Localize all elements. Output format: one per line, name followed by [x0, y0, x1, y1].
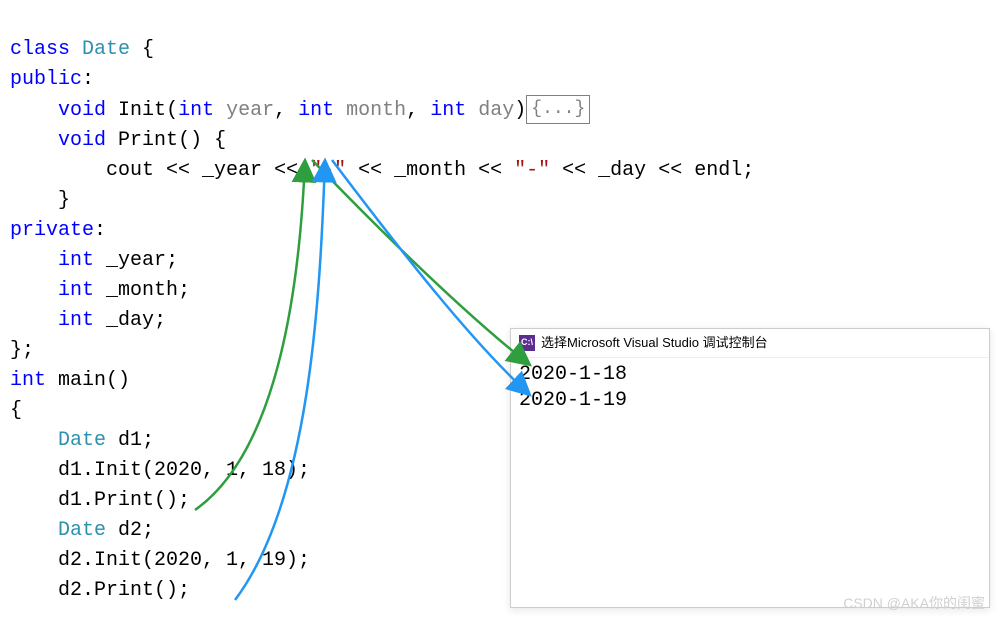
watermark: CSDN @AKA你的闺蜜 — [843, 593, 985, 614]
console-title: 选择Microsoft Visual Studio 调试控制台 — [541, 333, 768, 353]
string-dash: "-" — [514, 159, 550, 182]
keyword-int: int — [178, 99, 214, 122]
var-d2: d2 — [118, 519, 142, 542]
param-month: month — [346, 99, 406, 122]
keyword-public: public — [10, 68, 82, 91]
colon: : — [82, 68, 94, 91]
param-year: year — [226, 99, 274, 122]
var-month: _month — [394, 159, 466, 182]
console-output: 2020-1-18 2020-1-19 — [511, 358, 989, 418]
keyword-int: int — [58, 279, 94, 302]
d1-init-call: d1.Init(2020, 1, 18); — [58, 459, 310, 482]
var-year: _year — [202, 159, 262, 182]
member-month: _month — [106, 279, 178, 302]
keyword-int: int — [58, 309, 94, 332]
keyword-int: int — [430, 99, 466, 122]
var-d1: d1 — [118, 429, 142, 452]
brace: { — [130, 38, 154, 61]
keyword-void: void — [58, 129, 106, 152]
keyword-void: void — [58, 99, 106, 122]
d1-print-call: d1.Print(); — [58, 489, 190, 512]
type-date: Date — [58, 519, 106, 542]
fn-init: Init — [118, 99, 166, 122]
console-window[interactable]: C:\ 选择Microsoft Visual Studio 调试控制台 2020… — [510, 328, 990, 608]
console-icon: C:\ — [519, 335, 535, 351]
keyword-private: private — [10, 219, 94, 242]
console-titlebar[interactable]: C:\ 选择Microsoft Visual Studio 调试控制台 — [511, 329, 989, 358]
type-date: Date — [82, 38, 130, 61]
endl: endl — [694, 159, 742, 182]
brace-close: } — [58, 189, 70, 212]
type-date: Date — [58, 429, 106, 452]
var-day: _day — [598, 159, 646, 182]
d2-print-call: d2.Print(); — [58, 579, 190, 602]
d2-init-call: d2.Init(2020, 1, 19); — [58, 549, 310, 572]
cout: cout — [106, 159, 154, 182]
output-line-1: 2020-1-18 — [519, 362, 981, 388]
class-end: }; — [10, 339, 34, 362]
string-dash: "-" — [310, 159, 346, 182]
fn-print: Print — [118, 129, 178, 152]
keyword-int: int — [10, 369, 46, 392]
fn-main: main — [58, 369, 106, 392]
keyword-class: class — [10, 38, 70, 61]
param-day: day — [478, 99, 514, 122]
member-year: _year — [106, 249, 166, 272]
fold-icon[interactable]: {...} — [526, 95, 590, 124]
member-day: _day — [106, 309, 154, 332]
output-line-2: 2020-1-19 — [519, 388, 981, 414]
keyword-int: int — [58, 249, 94, 272]
keyword-int: int — [298, 99, 334, 122]
brace-open: { — [10, 399, 22, 422]
